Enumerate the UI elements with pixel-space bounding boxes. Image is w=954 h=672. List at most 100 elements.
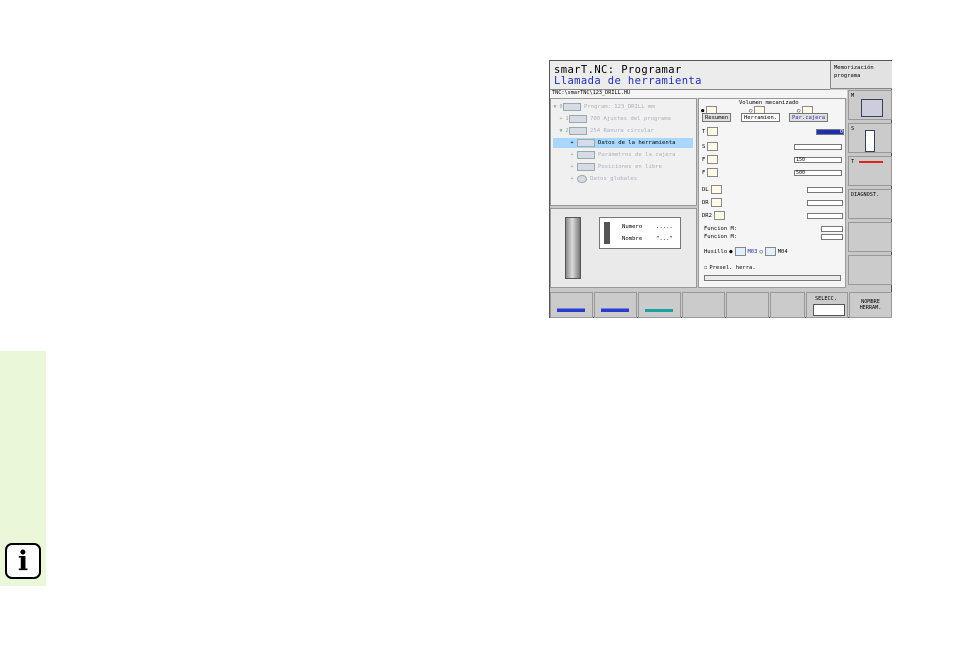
tree-item-label: 254 Ranura circular [590, 128, 654, 134]
softkey-machine-m[interactable]: M [848, 90, 892, 120]
softkey-machining-3[interactable] [638, 292, 681, 318]
funcion-m-1-label: Funcion M: [704, 226, 738, 232]
husillo-label: Husillo [704, 248, 728, 255]
softkey-machine-s[interactable]: S [848, 123, 892, 153]
info-icon: i [5, 543, 41, 579]
tree-item-label: Parámetros de la cajera [598, 152, 676, 158]
feed-per-tooth-icon [707, 168, 719, 177]
presel-label: Presel. herra. [709, 265, 756, 271]
circular-slot-icon [569, 127, 587, 135]
small-tool-icon [604, 222, 610, 244]
delta-radius-icon [710, 198, 722, 207]
tree-marker: + [570, 140, 574, 146]
f-row: F [702, 155, 720, 164]
t-row: T [702, 127, 720, 136]
delta-length-icon [710, 185, 722, 194]
s-input[interactable] [794, 144, 842, 150]
dr2-input[interactable] [807, 213, 843, 219]
m04-label: M04 [777, 248, 788, 255]
tool-icon [707, 127, 719, 136]
preselect-row[interactable]: ☐ Presel. herra. [704, 265, 756, 271]
tool-preview: Numero ..... Nombre "..." [550, 208, 697, 288]
tab-resumen[interactable]: Resumen [702, 113, 732, 122]
tree-marker: + [570, 176, 574, 182]
machining-volume-icon [645, 300, 673, 312]
softkey-machining-1[interactable] [550, 292, 593, 318]
funcion-m-2-label: Funcion M: [704, 234, 738, 240]
tree-item-program[interactable]: ▼ 0 Program: 123_DRILL mm [553, 102, 655, 112]
checkbox-icon[interactable]: ☐ [704, 265, 707, 271]
tool-data-icon [577, 139, 595, 147]
screen-subtitle: Llamada de herramienta [554, 75, 702, 87]
spindle-icon [865, 130, 875, 152]
pocket-icon [577, 151, 595, 159]
dr-label: DR [702, 199, 709, 206]
dl-input[interactable] [807, 187, 843, 193]
positions-icon [577, 163, 595, 171]
m03-label: M03 [747, 248, 758, 255]
softkey-machine-t[interactable]: T [848, 156, 892, 186]
softkey-select[interactable]: SELECC. [806, 292, 848, 318]
nombre-value: "..." [656, 236, 673, 242]
tree-item-pocket-params[interactable]: + Parámetros de la cajera [567, 150, 675, 160]
tree-item-tool-data[interactable]: + Datos de la herramienta [553, 138, 693, 148]
spindle-ccw-icon [764, 247, 776, 256]
title-bar: smarT.NC: Programar Llamada de herramien… [550, 61, 830, 90]
machining-volume-icon [601, 300, 629, 312]
end-mill-icon [565, 217, 581, 279]
dr-input[interactable] [807, 200, 843, 206]
right-softkeys: M S T DIAGNOST. [848, 90, 892, 288]
selecc-label: SELECC. [815, 296, 837, 302]
tree-item-label: Program: 123_DRILL mm [584, 104, 655, 110]
dr2-row: DR2 [702, 211, 727, 220]
t-label: T [702, 128, 706, 135]
numero-label: Numero [622, 224, 643, 230]
tree-item-label: Posiciones en libre [598, 164, 662, 170]
dl-row: DL [702, 185, 724, 194]
tree-item-label: 700 Ajustes del programa [590, 116, 671, 122]
tab-par-cajera[interactable]: Par.cajera [789, 113, 829, 122]
s-row: S [702, 142, 720, 151]
spindle-cw-icon [734, 247, 746, 256]
preselect-input[interactable] [704, 275, 841, 281]
softkey-diagnost[interactable]: DIAGNOST. [848, 189, 892, 219]
tool-change-icon [859, 161, 883, 163]
fz-label: F [702, 169, 706, 176]
tree-marker: + 1 [559, 116, 569, 122]
tree-marker: + [570, 152, 574, 158]
program-tree: ▼ 0 Program: 123_DRILL mm + 1 700 Ajuste… [550, 98, 697, 206]
tree-item-settings[interactable]: + 1 700 Ajustes del programa [559, 114, 671, 124]
softkey-empty-1[interactable] [848, 222, 892, 252]
numero-value: ..... [656, 224, 673, 230]
diagnost-label: DIAGNOST. [851, 192, 880, 198]
radio-icon[interactable]: ● [729, 249, 732, 255]
settings-icon [569, 115, 587, 123]
funcion-m-1-input[interactable] [821, 226, 843, 232]
tree-marker: + [570, 164, 574, 170]
t-input[interactable]: 0 [816, 129, 844, 135]
machining-volume-icon [557, 300, 585, 312]
softkey-machining-2[interactable] [594, 292, 637, 318]
softkey-empty-3[interactable] [682, 292, 725, 318]
softkey-tool-name[interactable]: NOMBRE HERRAM. [849, 292, 892, 318]
tree-item-global-data[interactable]: + Datos globales [567, 174, 637, 184]
nombre-label: Nombre [622, 236, 643, 242]
tree-item-circular-slot[interactable]: ▼ 2 254 Ranura circular [559, 126, 654, 136]
tree-item-positions[interactable]: + Posiciones en libre [567, 162, 662, 172]
softkey-empty-5[interactable] [770, 292, 805, 318]
radio-icon[interactable]: ○ [759, 249, 762, 255]
tree-item-label: Datos globales [590, 176, 638, 182]
softkey-empty-4[interactable] [726, 292, 769, 318]
tool-table-icon [813, 304, 845, 316]
f-input[interactable]: 150 [794, 157, 842, 163]
dl-label: DL [702, 186, 709, 193]
tab-herramien[interactable]: Herramien. [741, 113, 781, 122]
spindle-speed-icon [707, 142, 719, 151]
tree-marker: ▼ 0 [553, 104, 563, 110]
bottom-softkeys: SELECC. NOMBRE HERRAM. [550, 289, 892, 318]
funcion-m-2-input[interactable] [821, 234, 843, 240]
softkey-empty-2[interactable] [848, 255, 892, 285]
s-label: S [702, 143, 706, 150]
fz-input[interactable]: 500 [794, 170, 842, 176]
parameter-form: Volumen mecanizado ● ○ ○ Resumen Herrami… [698, 98, 846, 288]
